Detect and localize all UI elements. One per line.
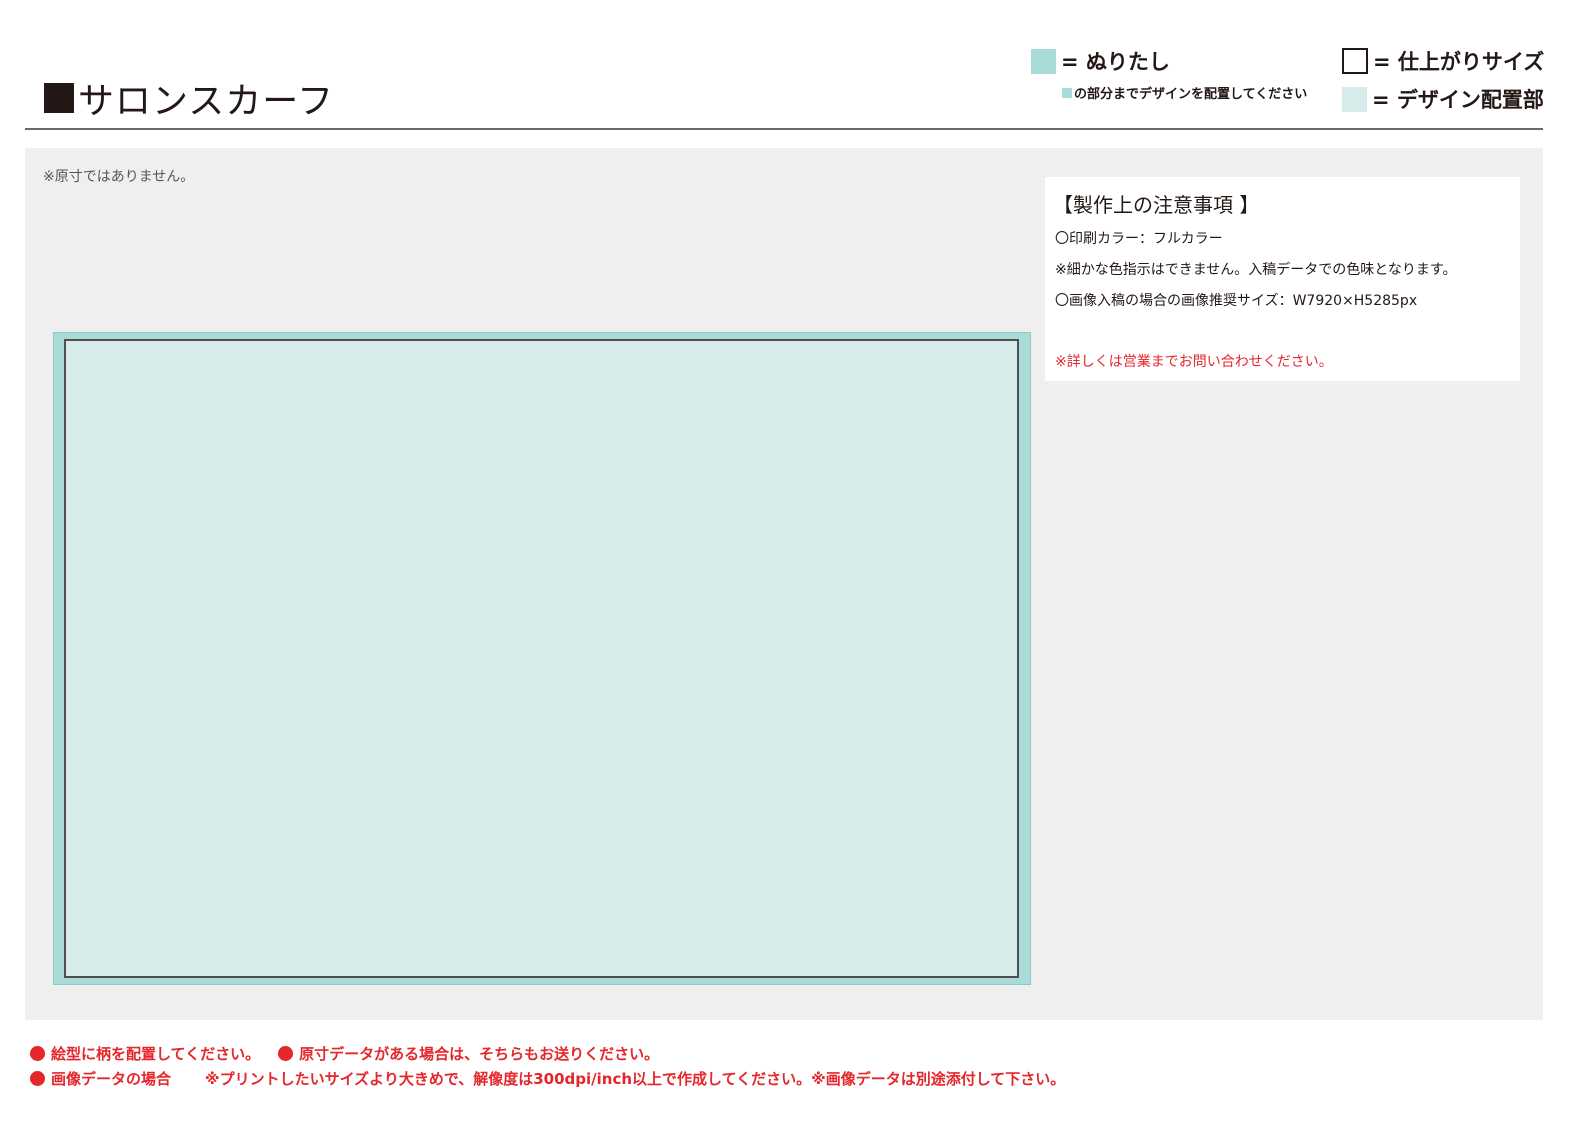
notes-contact: ※詳しくは営業までお問い合わせください。 (1055, 354, 1333, 370)
page-title: サロンスカーフ (44, 72, 334, 124)
bleed-mini-swatch-icon (1062, 87, 1072, 98)
legend-design-label: = デザイン配置部 (1372, 88, 1544, 112)
legend-finish: = 仕上がりサイズ (1342, 46, 1544, 76)
footer-item-3-text: ※プリントしたいサイズより大きめで、解像度は300dpi/inch以上で作成して… (205, 1070, 1066, 1088)
not-actual-size-note: ※原寸ではありません。 (43, 169, 195, 185)
production-notes: 【製作上の注意事項 】 〇印刷カラー：フルカラー ※細かな色指示はできません。入… (1045, 177, 1520, 381)
footer-item-3-label: 画像データの場合 (51, 1070, 172, 1088)
notes-color-warning: ※細かな色指示はできません。入稿データでの色味となります。 (1055, 262, 1457, 278)
bleed-swatch-icon (1031, 48, 1056, 74)
legend-bleed-label: = ぬりたし (1061, 50, 1170, 74)
notes-title: 【製作上の注意事項 】 (1053, 193, 1260, 217)
footer-item-1: 絵型に柄を配置してください。 (51, 1045, 261, 1063)
notes-print-color: 〇印刷カラー：フルカラー (1055, 231, 1223, 247)
legend-design: = デザイン配置部 (1342, 84, 1544, 114)
notes-image-size: 〇画像入稿の場合の画像推奨サイズ：W7920×H5285px (1055, 293, 1418, 309)
legend-bleed-note: の部分までデザインを配置してください (1062, 83, 1307, 102)
legend-bleed-note-text: の部分までデザインを配置してください (1074, 87, 1308, 102)
page-title-text: サロンスカーフ (78, 81, 335, 122)
finish-swatch-icon (1342, 48, 1368, 74)
footer-line-1: 絵型に柄を配置してください。 原寸データがある場合は、そちらもお送りください。 (30, 1043, 659, 1064)
design-swatch-icon (1342, 86, 1367, 112)
footer-item-2: 原寸データがある場合は、そちらもお送りください。 (299, 1045, 660, 1063)
design-placement-area[interactable] (64, 339, 1019, 978)
red-bullet-icon (30, 1046, 45, 1061)
header-divider (25, 128, 1543, 130)
red-bullet-icon (278, 1046, 294, 1061)
legend-bleed: = ぬりたし (1031, 46, 1170, 76)
red-bullet-icon (30, 1071, 45, 1086)
square-bullet-icon (44, 83, 74, 113)
footer-line-2: 画像データの場合 ※プリントしたいサイズより大きめで、解像度は300dpi/in… (30, 1068, 1065, 1089)
legend-finish-label: = 仕上がりサイズ (1373, 50, 1545, 74)
